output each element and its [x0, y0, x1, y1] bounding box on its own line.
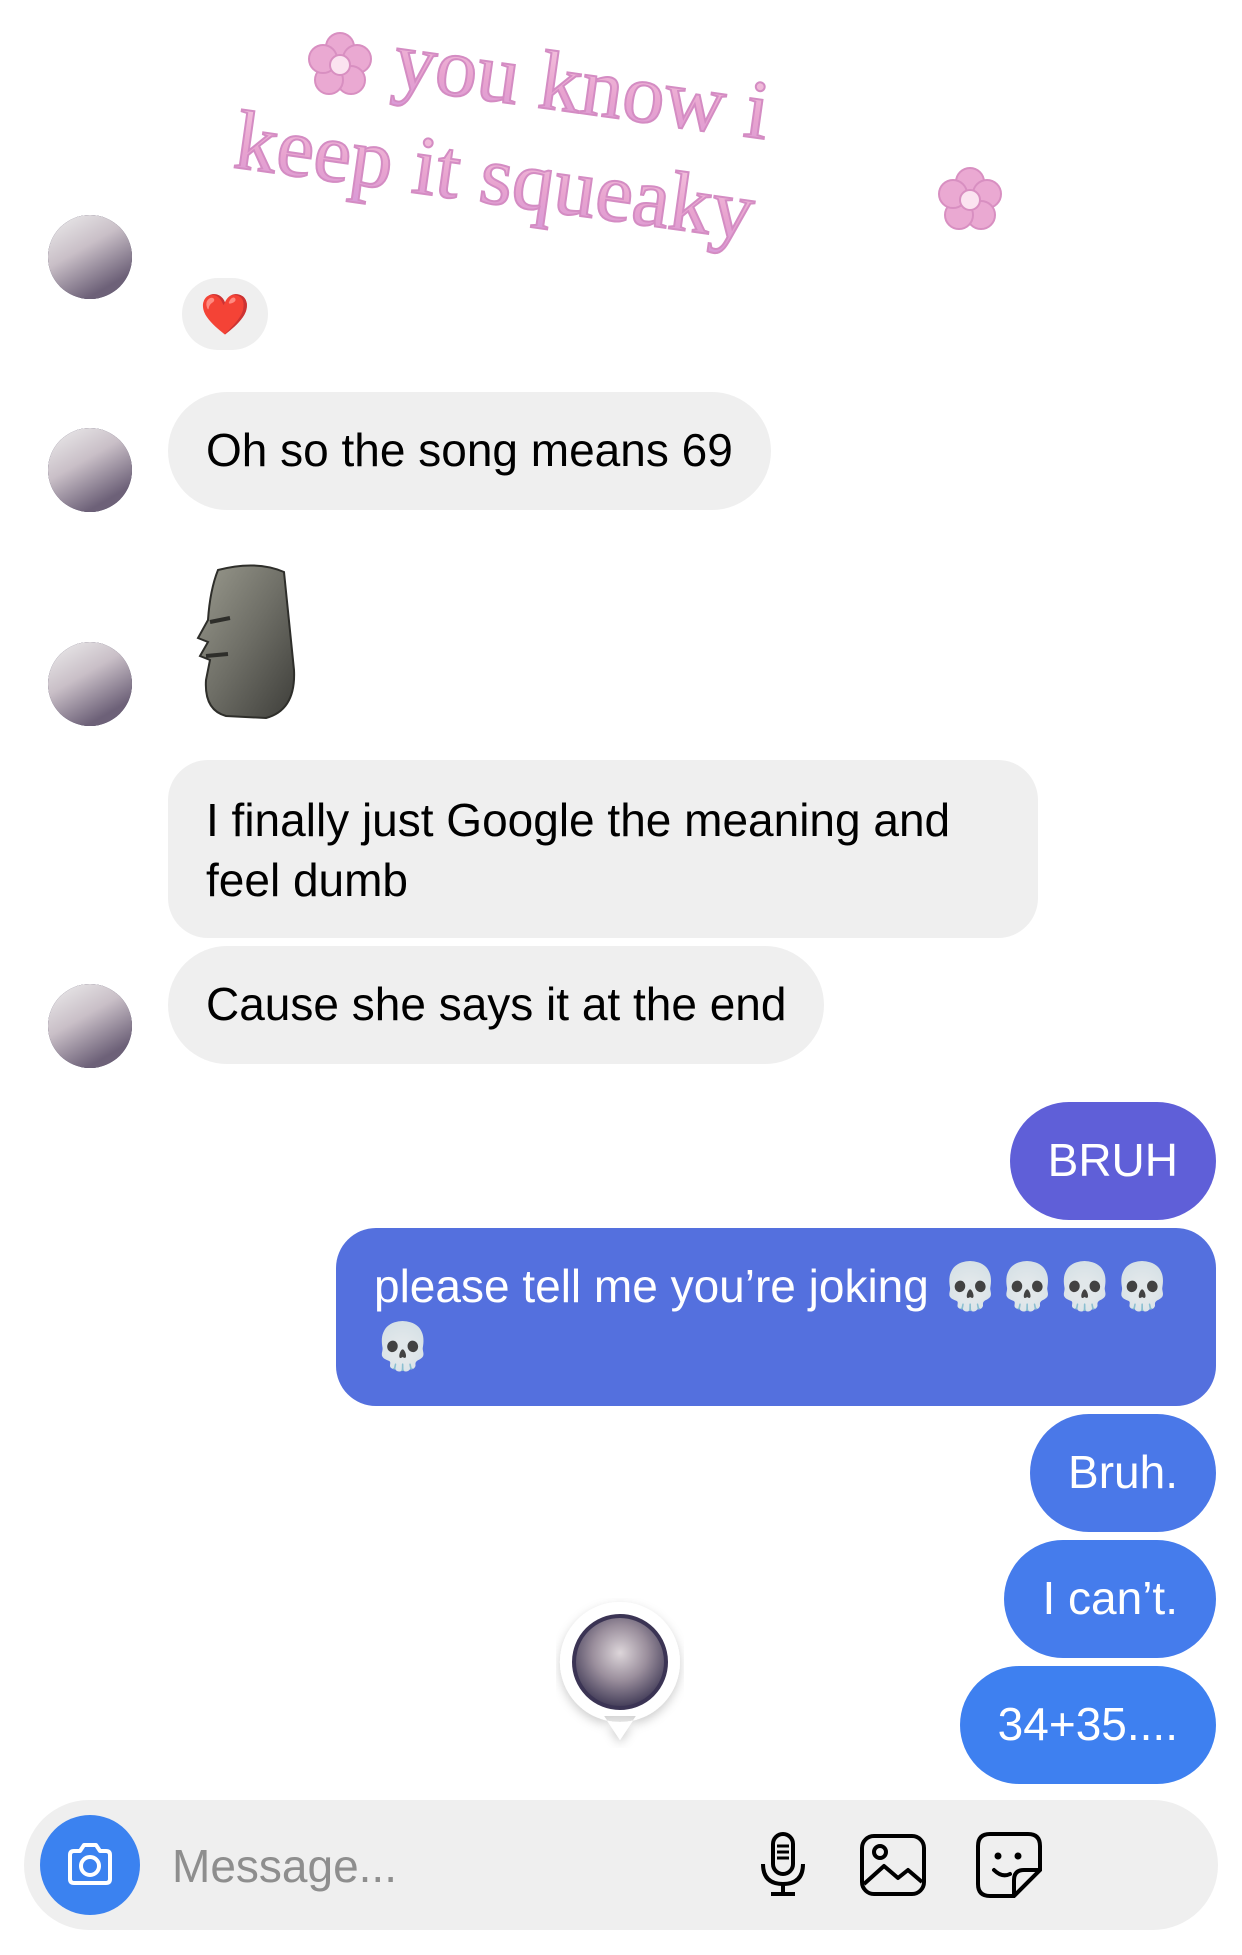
incoming-message[interactable]: Cause she says it at the end	[168, 946, 825, 1064]
gallery-icon	[860, 1834, 926, 1896]
message-text: Bruh.	[1068, 1446, 1178, 1498]
contact-avatar[interactable]	[48, 428, 132, 512]
message-text: BRUH	[1047, 1134, 1178, 1186]
message-composer	[24, 1800, 1218, 1930]
contact-avatar[interactable]	[48, 642, 132, 726]
message-text: Cause she says it at the end	[206, 978, 787, 1030]
contact-avatar[interactable]	[48, 984, 132, 1068]
heart-icon: ❤️	[200, 292, 250, 337]
message-thread: you know i keep it squeaky ❤️ Oh so the …	[0, 0, 1242, 1955]
outgoing-message[interactable]: BRUH	[1009, 1102, 1216, 1220]
moai-sticker[interactable]	[196, 560, 306, 720]
message-input[interactable]	[170, 1830, 734, 1902]
sticker-icon	[976, 1832, 1042, 1898]
message-text: Oh so the song means 69	[206, 424, 733, 476]
gallery-button[interactable]	[856, 1828, 930, 1902]
message-text: I finally just Google the meaning and fe…	[206, 794, 951, 906]
microphone-button[interactable]	[746, 1828, 820, 1902]
incoming-message[interactable]: I finally just Google the meaning and fe…	[168, 760, 1038, 938]
squeaky-sticker[interactable]: you know i keep it squeaky	[229, 12, 1010, 300]
sticker-button[interactable]	[972, 1828, 1046, 1902]
typing-indicator-avatar	[556, 1598, 684, 1748]
contact-avatar[interactable]	[48, 215, 132, 299]
message-text: 34+35....	[997, 1698, 1178, 1750]
incoming-message[interactable]: Oh so the song means 69	[168, 392, 771, 510]
message-text: I can’t.	[1042, 1572, 1178, 1624]
outgoing-message[interactable]: 34+35....	[959, 1666, 1216, 1784]
outgoing-message[interactable]: please tell me you’re joking 💀💀💀💀💀	[336, 1228, 1216, 1406]
heart-reaction[interactable]: ❤️	[182, 278, 268, 350]
outgoing-message[interactable]: Bruh.	[1030, 1414, 1216, 1532]
outgoing-message[interactable]: I can’t.	[1004, 1540, 1216, 1658]
camera-icon	[68, 1843, 112, 1885]
message-text: please tell me you’re joking 💀💀💀💀💀	[374, 1260, 1171, 1372]
microphone-icon	[761, 1832, 805, 1896]
camera-button[interactable]	[40, 1815, 140, 1915]
